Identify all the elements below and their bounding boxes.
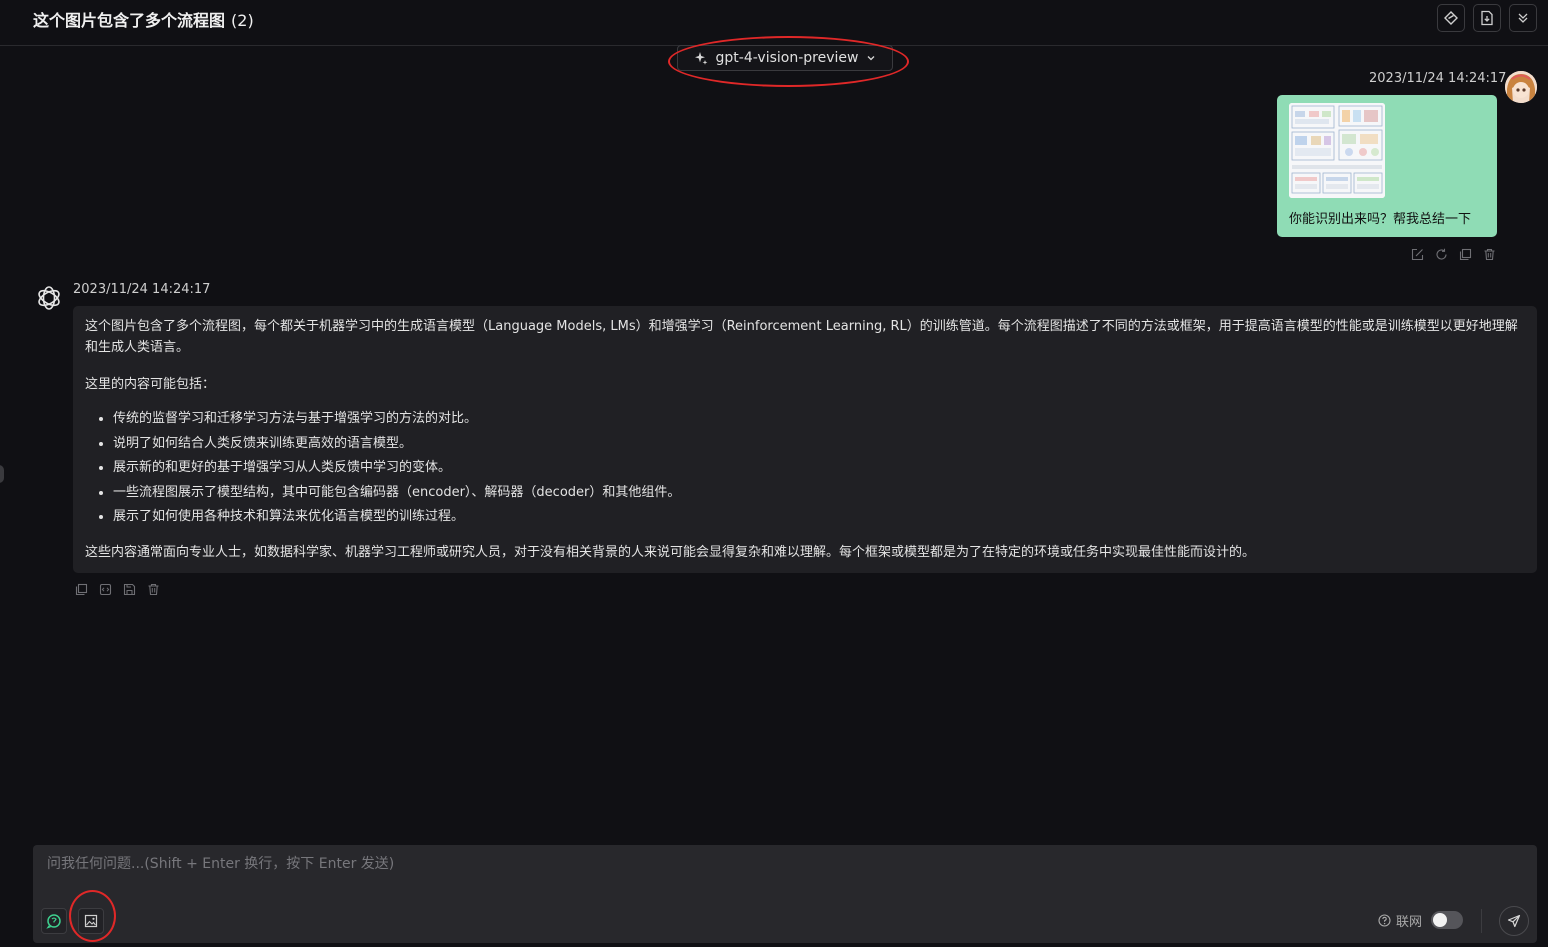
- diamond-edit-icon: [1444, 11, 1458, 25]
- web-search-label-group: 联网: [1378, 911, 1422, 930]
- help-icon: [1378, 914, 1391, 927]
- refresh-icon[interactable]: [1434, 247, 1448, 261]
- user-message-bubble: 你能识别出来吗？帮我总结一下: [1277, 95, 1497, 237]
- export-button[interactable]: [1473, 4, 1501, 32]
- message-count: (2): [231, 11, 254, 30]
- user-timestamp: 2023/11/24 14:24:17: [1369, 71, 1507, 86]
- prompt-icon: [46, 914, 61, 929]
- list-item: 说明了如何结合人类反馈来训练更高效的语言模型。: [113, 432, 1525, 457]
- collapse-down-icon: [1518, 13, 1528, 23]
- list-item: 一些流程图展示了模型结构，其中可能包含编码器（encoder）、解码器（deco…: [113, 481, 1525, 506]
- diamond-edit-button[interactable]: [1437, 4, 1465, 32]
- sparkle-icon: [694, 52, 707, 65]
- composer-divider: [1481, 909, 1482, 933]
- assistant-list-intro: 这里的内容可能包括：: [85, 377, 216, 392]
- trash-icon[interactable]: [146, 582, 160, 596]
- copy-icon[interactable]: [1458, 247, 1472, 261]
- model-selector[interactable]: gpt-4-vision-preview: [677, 45, 893, 71]
- chat-title: 这个图片包含了多个流程图: [33, 11, 226, 30]
- assistant-message-bubble: 这个图片包含了多个流程图，每个都关于机器学习中的生成语言模型（Language …: [73, 306, 1537, 573]
- file-export-icon: [1481, 10, 1493, 26]
- chat-input[interactable]: [45, 851, 1349, 877]
- user-message-text: 你能识别出来吗？帮我总结一下: [1289, 212, 1472, 227]
- list-item: 传统的监督学习和迁移学习方法与基于增强学习的方法的对比。: [113, 407, 1525, 432]
- send-icon: [1507, 914, 1521, 928]
- assistant-timestamp: 2023/11/24 14:24:17: [73, 282, 211, 297]
- trash-icon[interactable]: [1482, 247, 1496, 261]
- chevron-down-icon: [868, 56, 875, 61]
- assistant-conclusion: 这些内容通常面向专业人士，如数据科学家、机器学习工程师或研究人员，对于没有相关背…: [85, 544, 1256, 560]
- web-search-label: 联网: [1396, 915, 1423, 930]
- openai-logo-icon: [35, 284, 63, 312]
- list-item: 展示了如何使用各种技术和算法来优化语言模型的训练过程。: [113, 505, 1525, 530]
- toggle-knob: [1433, 913, 1447, 927]
- edit-icon[interactable]: [1410, 247, 1424, 261]
- prompt-button[interactable]: [41, 908, 67, 934]
- message-composer: 联网: [33, 845, 1537, 943]
- list-item: 展示新的和更好的基于增强学习从人类反馈中学习的变体。: [113, 456, 1525, 481]
- chat-header: 这个图片包含了多个流程图 (2): [0, 0, 1548, 46]
- assistant-list: 传统的监督学习和迁移学习方法与基于增强学习的方法的对比。 说明了如何结合人类反馈…: [85, 407, 1525, 530]
- flowchart-thumbnail[interactable]: [1289, 103, 1385, 198]
- sidebar-toggle-handle[interactable]: [0, 465, 4, 483]
- page-title: 这个图片包含了多个流程图 (2): [33, 7, 254, 31]
- send-button[interactable]: [1499, 906, 1529, 936]
- model-label: gpt-4-vision-preview: [715, 50, 859, 66]
- assistant-intro: 这个图片包含了多个流程图，每个都关于机器学习中的生成语言模型（Language …: [85, 319, 1518, 355]
- code-icon[interactable]: [98, 582, 112, 596]
- image-upload-button[interactable]: [78, 908, 104, 934]
- user-message-actions: [1410, 247, 1496, 261]
- collapse-button[interactable]: [1509, 4, 1537, 32]
- save-icon[interactable]: [122, 582, 136, 596]
- assistant-message-actions: [74, 582, 160, 596]
- avatar[interactable]: [1505, 71, 1537, 103]
- copy-icon[interactable]: [74, 582, 88, 596]
- web-search-toggle[interactable]: [1431, 911, 1463, 929]
- image-upload-icon: [84, 914, 98, 928]
